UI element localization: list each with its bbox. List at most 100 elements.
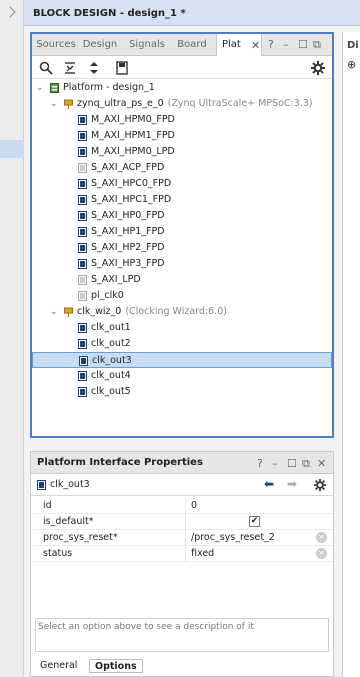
design-tab-title[interactable]: BLOCK DESIGN - design_1 * bbox=[24, 0, 360, 26]
interface-icon bbox=[79, 356, 88, 366]
property-row-status: status fixed ✕ bbox=[31, 546, 333, 562]
diagram-tab-label[interactable]: Di bbox=[347, 40, 359, 51]
interface-disabled-icon bbox=[78, 275, 87, 285]
tree-row-text: clk_wiz_0 (Clocking Wizard:6.0) bbox=[77, 304, 227, 320]
interface-icon bbox=[78, 371, 87, 381]
main-area: BLOCK DESIGN - design_1 * Sources Design… bbox=[24, 0, 360, 677]
tree-row-label: S_AXI_HP1_FPD bbox=[91, 226, 165, 237]
help-icon[interactable]: ? bbox=[257, 457, 263, 470]
interface-disabled-icon bbox=[78, 163, 87, 173]
tree-row-label: clk_out5 bbox=[91, 386, 131, 397]
tree-row[interactable]: ⌄ zynq_ultra_ps_e_0 (Zynq UltraScale+ MPSo… bbox=[32, 96, 332, 112]
collapse-all-icon[interactable] bbox=[62, 60, 78, 76]
gear-icon[interactable] bbox=[310, 60, 326, 76]
gear-icon[interactable] bbox=[313, 478, 327, 492]
platform-icon bbox=[50, 83, 59, 93]
interface-icon bbox=[78, 259, 87, 269]
tree-row-label: S_AXI_HP2_FPD bbox=[91, 242, 165, 253]
property-value[interactable]: 0 bbox=[191, 498, 197, 514]
tree-row[interactable]: S_AXI_HP0_FPD bbox=[32, 208, 332, 224]
save-icon[interactable] bbox=[114, 60, 130, 76]
tree-row-label: clk_out2 bbox=[91, 338, 131, 349]
platform-pane: Sources Design Signals Board Plat ✕ ? – … bbox=[30, 32, 334, 438]
interface-icon bbox=[78, 115, 87, 125]
property-value[interactable]: /proc_sys_reset_2 bbox=[191, 530, 275, 546]
tab-signals[interactable]: Signals bbox=[124, 34, 170, 55]
tree-row[interactable]: S_AXI_HPC0_FPD bbox=[32, 176, 332, 192]
tab-sources[interactable]: Sources bbox=[34, 34, 78, 55]
tab-options[interactable]: Options bbox=[89, 659, 143, 673]
interface-icon bbox=[37, 480, 46, 490]
tree-row[interactable]: ⌄ Platform - design_1 bbox=[32, 80, 332, 96]
tree-row-label: M_AXI_HPM1_FPD bbox=[91, 130, 175, 141]
float-icon[interactable]: ⧉ bbox=[302, 457, 310, 471]
tree-row[interactable]: ⌄ clk_wiz_0 (Clocking Wizard:6.0) bbox=[32, 304, 332, 320]
close-icon[interactable]: ✕ bbox=[317, 457, 326, 470]
clear-icon[interactable]: ✕ bbox=[316, 548, 327, 559]
tree-row-label: clk_out3 bbox=[92, 355, 132, 366]
tree-row[interactable]: S_AXI_LPD bbox=[32, 272, 332, 288]
tree-row[interactable]: clk_out5 bbox=[32, 384, 332, 400]
tree-row[interactable]: pl_clk0 bbox=[32, 288, 332, 304]
help-icon[interactable]: ? bbox=[268, 38, 274, 51]
tree-row[interactable]: clk_out3 bbox=[32, 352, 332, 368]
tree-row[interactable]: S_AXI_HP3_FPD bbox=[32, 256, 332, 272]
interface-icon bbox=[78, 147, 87, 157]
tree-row-text: zynq_ultra_ps_e_0 (Zynq UltraScale+ MPSoC… bbox=[77, 96, 313, 112]
expand-chevron-icon[interactable]: ⌄ bbox=[50, 96, 58, 112]
object-name-bar: clk_out3 ⬅ ➡ bbox=[31, 474, 333, 496]
tab-board[interactable]: Board bbox=[172, 34, 212, 55]
interface-icon bbox=[78, 179, 87, 189]
tree-row-label: S_AXI_HP3_FPD bbox=[91, 258, 165, 269]
tree-row[interactable]: clk_out1 bbox=[32, 320, 332, 336]
tree-row-label: S_AXI_ACP_FPD bbox=[91, 162, 165, 173]
object-name: clk_out3 bbox=[50, 479, 90, 490]
interface-icon bbox=[78, 323, 87, 333]
property-key: proc_sys_reset* bbox=[43, 532, 118, 543]
tree-row[interactable]: S_AXI_HPC1_FPD bbox=[32, 192, 332, 208]
restore-icon[interactable]: ☐ bbox=[298, 38, 308, 51]
tree-row[interactable]: clk_out2 bbox=[32, 336, 332, 352]
zoom-in-icon[interactable]: ⊕ bbox=[347, 58, 356, 71]
clear-icon[interactable]: ✕ bbox=[316, 532, 327, 543]
minimize-icon[interactable]: – bbox=[272, 457, 278, 470]
tree-row-label: S_AXI_HP0_FPD bbox=[91, 210, 165, 221]
tree-row[interactable]: M_AXI_HPM1_FPD bbox=[32, 128, 332, 144]
tree-row[interactable]: S_AXI_HP2_FPD bbox=[32, 240, 332, 256]
tree-row-sublabel: (Zynq UltraScale+ MPSoC:3.3) bbox=[167, 98, 313, 109]
left-strip-highlight[interactable] bbox=[0, 140, 24, 158]
expand-all-icon[interactable] bbox=[86, 60, 102, 76]
property-row-proc-sys-reset: proc_sys_reset* /proc_sys_reset_2 ✕ bbox=[31, 530, 333, 546]
interface-icon bbox=[78, 339, 87, 349]
close-tab-icon[interactable]: ✕ bbox=[251, 39, 260, 52]
tab-design[interactable]: Design bbox=[79, 34, 121, 55]
tree-row[interactable]: S_AXI_ACP_FPD bbox=[32, 160, 332, 176]
property-value[interactable]: fixed bbox=[191, 546, 214, 562]
property-key: status bbox=[43, 548, 73, 559]
interface-icon bbox=[78, 211, 87, 221]
float-icon[interactable]: ⧉ bbox=[313, 38, 321, 52]
expand-chevron-icon[interactable]: ⌄ bbox=[50, 304, 58, 320]
tree-row[interactable]: clk_out4 bbox=[32, 368, 332, 384]
back-arrow-icon[interactable]: ⬅ bbox=[264, 477, 274, 491]
tree-row[interactable]: M_AXI_HPM0_LPD bbox=[32, 144, 332, 160]
tree-row-label: zynq_ultra_ps_e_0 bbox=[77, 98, 164, 109]
interface-icon bbox=[78, 227, 87, 237]
minimize-icon[interactable]: – bbox=[283, 38, 289, 51]
restore-icon[interactable]: ☐ bbox=[287, 457, 297, 470]
interface-icon bbox=[78, 131, 87, 141]
tree-row-label: M_AXI_HPM0_LPD bbox=[91, 146, 175, 157]
expand-chevron-icon[interactable]: ⌄ bbox=[36, 80, 44, 96]
forward-arrow-icon[interactable]: ➡ bbox=[287, 477, 297, 491]
tree-row-label: S_AXI_LPD bbox=[91, 274, 141, 285]
is-default-checkbox[interactable]: ✔ bbox=[249, 516, 260, 527]
tab-general[interactable]: General bbox=[35, 659, 82, 673]
tree-row[interactable]: M_AXI_HPM0_FPD bbox=[32, 112, 332, 128]
search-icon[interactable] bbox=[38, 60, 54, 76]
tree-row-label: S_AXI_HPC1_FPD bbox=[91, 194, 172, 205]
property-description: Select an option above to see a descript… bbox=[35, 618, 329, 652]
property-row-is-default: is_default* ✔ bbox=[31, 514, 333, 530]
interface-icon bbox=[78, 195, 87, 205]
properties-bottom-tabs: General Options bbox=[31, 656, 333, 676]
tree-row[interactable]: S_AXI_HP1_FPD bbox=[32, 224, 332, 240]
